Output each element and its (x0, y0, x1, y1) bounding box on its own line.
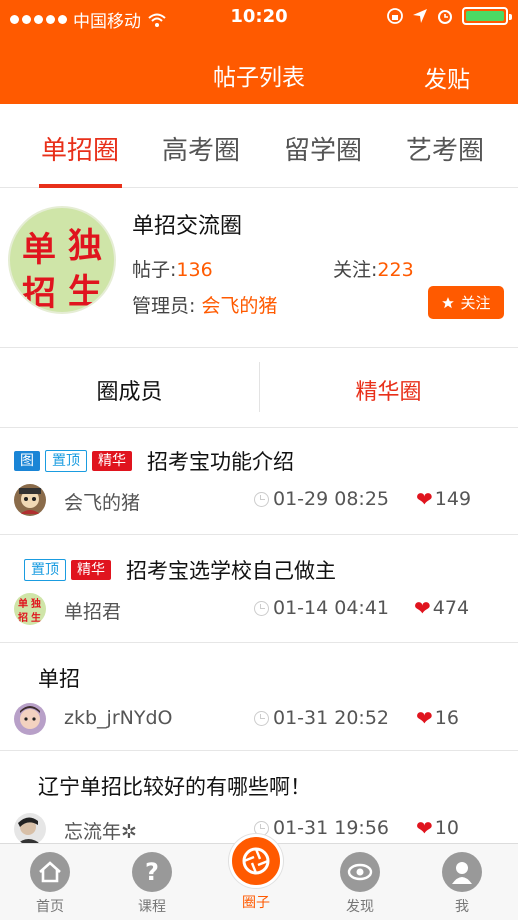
tab-danzhao[interactable]: 单招圈 (20, 130, 140, 167)
posts-stat: 帖子:136 (132, 259, 213, 281)
avatar (14, 484, 46, 516)
header: 中国移动 10:20 帖子列表 发贴 (0, 0, 518, 104)
follows-stat: 关注:223 (333, 259, 414, 281)
follow-button[interactable]: 关注 (428, 286, 504, 319)
post-title: 招考宝功能介绍 (147, 450, 294, 474)
circle-tabs: 单招圈 高考圈 留学圈 艺考圈 (0, 104, 518, 188)
post-item[interactable]: 单招 zkb_jrNYdO 01-31 20:52 ❤ 16 (0, 643, 518, 751)
post-item[interactable]: 辽宁单招比较好的有哪些啊！ 忘流年✲ 01-31 19:56 ❤ 10 (0, 751, 518, 845)
rotation-lock-icon (387, 8, 403, 24)
new-post-button[interactable]: 发贴 (424, 60, 470, 94)
home-icon (30, 852, 70, 892)
post-likes[interactable]: ❤ 10 (416, 816, 459, 840)
image-tag: 图 (14, 451, 40, 471)
avatar: 单 独 招 生 (14, 593, 46, 625)
essence-tag: 精华 (71, 560, 111, 580)
bottom-tab-bar: 首页 ? 课程 圈子 发现 我 (0, 834, 518, 920)
post-author: 单招君 (64, 601, 122, 623)
battery-icon (462, 7, 512, 25)
pinned-tag: 置顶 (45, 450, 87, 472)
question-icon: ? (132, 852, 172, 892)
tabbar-discover[interactable]: 发现 (320, 852, 400, 916)
star-icon (442, 296, 455, 308)
post-likes[interactable]: ❤ 474 (414, 596, 469, 620)
circle-avatar: 单 独 招 生 (8, 206, 116, 314)
pinned-tag: 置顶 (24, 559, 66, 581)
tab-gaokao[interactable]: 高考圈 (141, 130, 261, 167)
essence-tag: 精华 (92, 451, 132, 471)
post-likes[interactable]: ❤ 16 (416, 706, 459, 730)
post-time: 01-31 20:52 (254, 707, 389, 729)
post-time: 01-29 08:25 (254, 488, 389, 510)
post-time: 01-14 04:41 (254, 597, 389, 619)
posts-count: 136 (176, 259, 213, 281)
post-author: 忘流年✲ (64, 821, 137, 843)
admin-name[interactable]: 会飞的猪 (201, 295, 277, 317)
avatar (14, 813, 46, 845)
circle-info: 单 独 招 生 单招交流圈 帖子:136 关注:223 管理员: 会飞的猪 关注 (0, 188, 518, 348)
post-item[interactable]: 置顶 精华 招考宝选学校自己做主 单 独 招 生 单招君 01-14 04:41… (0, 535, 518, 643)
clock-icon (254, 491, 269, 507)
camera-aperture-icon (229, 834, 283, 888)
post-title: 辽宁单招比较好的有哪些啊！ (38, 775, 311, 799)
heart-icon: ❤ (416, 487, 433, 511)
user-icon (442, 852, 482, 892)
essence-button[interactable]: 精华圈 (259, 374, 518, 406)
post-author: 会飞的猪 (64, 492, 141, 514)
follows-count: 223 (377, 259, 414, 281)
heart-icon: ❤ (416, 706, 433, 730)
member-essence-switch: 圈成员 精华圈 (0, 348, 518, 428)
clock-icon (254, 710, 269, 726)
post-likes[interactable]: ❤ 149 (416, 487, 471, 511)
tabbar-home[interactable]: 首页 (10, 852, 90, 916)
post-title: 单招 (38, 667, 80, 691)
circle-name: 单招交流圈 (132, 214, 243, 239)
avatar (14, 703, 46, 735)
post-author: zkb_jrNYdO (64, 707, 173, 729)
tabbar-circle[interactable]: 圈子 (216, 834, 296, 912)
alarm-icon (438, 10, 452, 24)
tabbar-me[interactable]: 我 (422, 852, 502, 916)
members-button[interactable]: 圈成员 (0, 374, 259, 406)
tab-yikao[interactable]: 艺考圈 (385, 130, 505, 167)
clock-icon (254, 600, 269, 616)
eye-icon (340, 852, 380, 892)
heart-icon: ❤ (414, 596, 431, 620)
status-bar: 中国移动 10:20 (0, 0, 518, 34)
tab-liuxue[interactable]: 留学圈 (263, 130, 383, 167)
post-title: 招考宝选学校自己做主 (126, 559, 336, 583)
admin-info: 管理员: 会飞的猪 (132, 295, 278, 317)
tabbar-courses[interactable]: ? 课程 (112, 852, 192, 916)
location-icon (413, 9, 427, 23)
heart-icon: ❤ (416, 816, 433, 840)
post-item[interactable]: 图 置顶 精华 招考宝功能介绍 会飞的猪 01-29 08:25 ❤ 149 (0, 428, 518, 535)
